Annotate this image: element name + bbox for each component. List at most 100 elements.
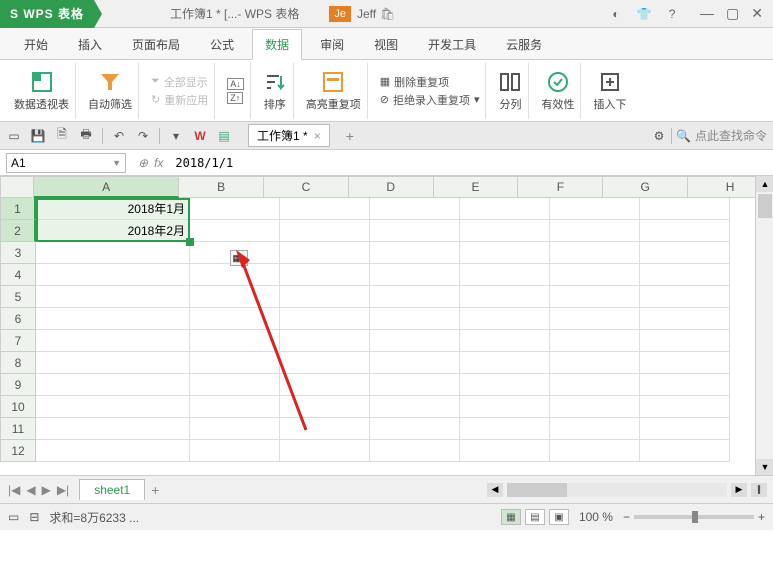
saveas-icon[interactable]: 🗎 (54, 128, 70, 144)
horizontal-scrollbar[interactable]: ◀ ▶ ∥ (487, 483, 767, 497)
tab-start[interactable]: 开始 (12, 30, 60, 59)
fx-cancel-icon[interactable]: ⊕ (138, 156, 148, 170)
cell-e2[interactable] (460, 220, 550, 242)
user-name[interactable]: Jeff (357, 7, 376, 21)
close-tab-icon[interactable]: × (314, 129, 321, 143)
formula-input[interactable]: 2018/1/1 (169, 154, 773, 172)
gear-icon[interactable]: ⚙ (651, 128, 667, 144)
pivot-button[interactable]: 数据透视表 (8, 63, 76, 119)
vertical-scrollbar[interactable]: ▲ ▼ (755, 176, 773, 475)
hscroll-thumb[interactable] (507, 483, 567, 497)
cell-f2[interactable] (550, 220, 640, 242)
first-sheet-button[interactable]: |◀ (6, 483, 22, 497)
scroll-right-button[interactable]: ▶ (731, 483, 747, 497)
find-command-text[interactable]: 点此查找命令 (695, 127, 767, 144)
cell-b2[interactable] (190, 220, 280, 242)
col-head-c[interactable]: C (264, 176, 349, 198)
cell-a3[interactable] (36, 242, 190, 264)
cell-c1[interactable] (280, 198, 370, 220)
dropdown-icon[interactable]: ▾ (168, 128, 184, 144)
add-sheet-button[interactable]: + (151, 482, 159, 498)
zoom-in-button[interactable]: + (758, 510, 765, 524)
reapply-button[interactable]: ↻重新应用 (151, 92, 208, 108)
insert-dropdown-button[interactable]: 插入下 (587, 63, 632, 119)
row-head-3[interactable]: 3 (0, 242, 36, 264)
sheet-tab-1[interactable]: sheet1 (79, 479, 145, 500)
select-all-corner[interactable] (0, 176, 34, 198)
cell-a1[interactable]: 2018年1月 (36, 198, 190, 220)
highlight-dup-button[interactable]: 高亮重复项 (300, 63, 368, 119)
show-all-button[interactable]: ⏷全部显示 (151, 74, 208, 90)
row-head-6[interactable]: 6 (0, 308, 36, 330)
cell-d1[interactable] (370, 198, 460, 220)
cell-g1[interactable] (640, 198, 730, 220)
zoom-slider-thumb[interactable] (692, 511, 698, 523)
autofill-options-button[interactable]: ▦▾ (230, 250, 248, 266)
normal-view-button[interactable]: ▦ (501, 509, 521, 525)
new-icon[interactable]: ▭ (6, 128, 22, 144)
row-head-8[interactable]: 8 (0, 352, 36, 374)
color-circle-icon[interactable]: ◐ (606, 4, 626, 24)
row-head-9[interactable]: 9 (0, 374, 36, 396)
app-badge[interactable]: S WPS 表格 (0, 0, 94, 28)
save-icon[interactable]: 💾 (30, 128, 46, 144)
undo-icon[interactable]: ↶ (111, 128, 127, 144)
cell-b1[interactable] (190, 198, 280, 220)
cart-icon[interactable]: 🛍 (380, 7, 395, 21)
lock-icon[interactable]: ⊟ (29, 510, 39, 524)
print-icon[interactable]: 🖶 (78, 128, 94, 144)
vscroll-thumb[interactable] (758, 194, 772, 218)
prev-sheet-button[interactable]: ◀ (24, 483, 37, 497)
col-head-a[interactable]: A (34, 176, 179, 198)
fill-handle[interactable] (186, 238, 194, 246)
record-icon[interactable]: ▭ (8, 510, 19, 524)
tab-review[interactable]: 审阅 (308, 30, 356, 59)
remove-dup-button[interactable]: ▦删除重复项 (380, 74, 480, 90)
last-sheet-button[interactable]: ▶| (55, 483, 71, 497)
col-head-e[interactable]: E (434, 176, 519, 198)
autofilter-button[interactable]: 自动筛选 (82, 63, 139, 119)
sort-asc-button[interactable]: A↓ (227, 78, 244, 90)
close-button[interactable]: ✕ (751, 5, 763, 22)
cell-c2[interactable] (280, 220, 370, 242)
tab-layout[interactable]: 页面布局 (120, 30, 192, 59)
reject-dup-button[interactable]: ⊘拒绝录入重复项▾ (380, 92, 480, 108)
name-box[interactable]: A1 ▼ (6, 153, 126, 173)
cell-e1[interactable] (460, 198, 550, 220)
break-view-button[interactable]: ▣ (549, 509, 569, 525)
cell-g2[interactable] (640, 220, 730, 242)
redo-icon[interactable]: ↷ (135, 128, 151, 144)
tab-cloud[interactable]: 云服务 (494, 30, 554, 59)
col-head-g[interactable]: G (603, 176, 688, 198)
row-head-11[interactable]: 11 (0, 418, 36, 440)
sort-desc-button[interactable]: Z↑ (227, 92, 244, 104)
scroll-up-button[interactable]: ▲ (756, 176, 773, 192)
split-button[interactable]: 分列 (492, 63, 529, 119)
scroll-left-button[interactable]: ◀ (487, 483, 503, 497)
cell-a2[interactable]: 2018年2月 (36, 220, 190, 242)
next-sheet-button[interactable]: ▶ (40, 483, 53, 497)
col-head-f[interactable]: F (518, 176, 603, 198)
row-head-12[interactable]: 12 (0, 440, 36, 462)
wps-logo-icon[interactable]: W (192, 128, 208, 144)
validation-button[interactable]: 有效性 (535, 63, 581, 119)
skin-icon[interactable]: 👕 (634, 4, 654, 24)
document-tab[interactable]: 工作簿1 * × (248, 124, 330, 147)
tab-view[interactable]: 视图 (362, 30, 410, 59)
col-head-b[interactable]: B (179, 176, 264, 198)
user-badge[interactable]: Je (329, 6, 351, 22)
sort-button[interactable]: 排序 (257, 63, 294, 119)
fx-icon[interactable]: fx (154, 156, 163, 170)
cells-area[interactable]: 2018年1月 2018年2月 ▦▾ (36, 198, 730, 462)
maximize-button[interactable]: ▢ (726, 5, 739, 22)
row-head-4[interactable]: 4 (0, 264, 36, 286)
row-head-2[interactable]: 2 (0, 220, 36, 242)
minimize-button[interactable]: — (700, 5, 714, 22)
tab-devtools[interactable]: 开发工具 (416, 30, 488, 59)
search-icon[interactable]: 🔍 (676, 129, 691, 143)
sheet-icon[interactable]: ▤ (216, 128, 232, 144)
row-head-10[interactable]: 10 (0, 396, 36, 418)
col-head-d[interactable]: D (349, 176, 434, 198)
help-icon[interactable]: ? (662, 4, 682, 24)
page-view-button[interactable]: ▤ (525, 509, 545, 525)
